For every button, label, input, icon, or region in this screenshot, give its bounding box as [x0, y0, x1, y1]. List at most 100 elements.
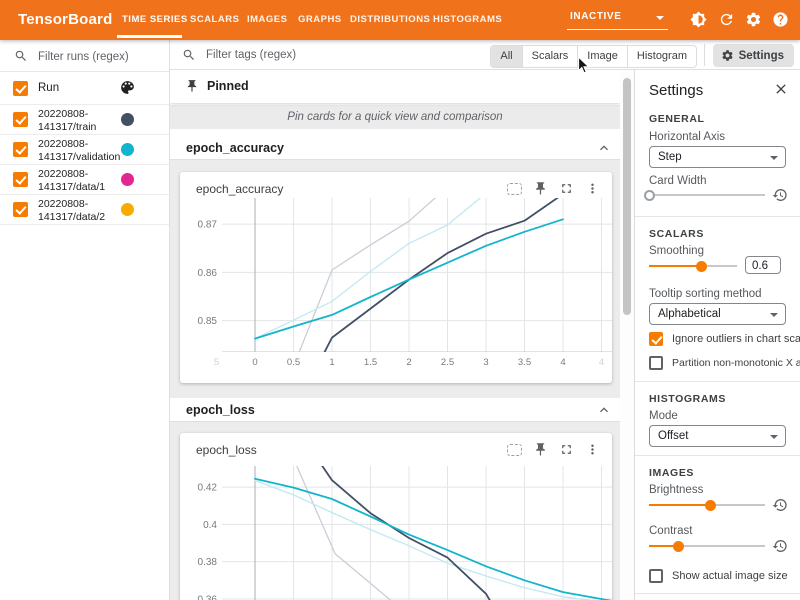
smoothing-value-input[interactable]: 0.6 [745, 256, 781, 274]
runs-header-row[interactable]: Run [0, 72, 169, 105]
tab-scalars[interactable]: SCALARS [190, 0, 239, 40]
section-header-epoch-loss[interactable]: epoch_loss [170, 398, 620, 422]
runs-filter-input[interactable] [36, 46, 160, 68]
filter-histogram-button[interactable]: Histogram [628, 46, 696, 67]
tab-histograms[interactable]: HISTOGRAMS [433, 0, 502, 40]
loss-card-zone: epoch_loss 0.360.380.40.42 [170, 422, 620, 600]
svg-text:0.87: 0.87 [198, 220, 218, 231]
restore-icon[interactable] [772, 538, 788, 554]
run-row-train[interactable]: 20220808-141317/train [0, 105, 169, 135]
smoothing-label: Smoothing [649, 245, 704, 257]
svg-text:4: 4 [599, 357, 604, 368]
run-row-data2[interactable]: 20220808-141317/data/2 [0, 195, 169, 225]
tab-time-series[interactable]: TIME SERIES [122, 0, 188, 40]
divider [635, 216, 800, 217]
run-checkbox-data2[interactable] [13, 202, 28, 217]
accuracy-card-zone: epoch_accuracy 0.850.860.87500.511.522.5… [170, 160, 620, 398]
partition-x-axis-checkbox[interactable] [649, 356, 663, 370]
brightness-label: Brightness [649, 484, 703, 496]
restore-icon[interactable] [772, 187, 788, 203]
show-actual-size-checkbox[interactable] [649, 569, 663, 583]
tab-graphs[interactable]: GRAPHS [298, 0, 342, 40]
pin-icon [185, 79, 199, 93]
filter-all-button[interactable]: All [491, 46, 522, 67]
card-title: epoch_accuracy [196, 182, 283, 196]
chevron-up-icon[interactable] [596, 402, 612, 418]
palette-icon[interactable] [119, 79, 136, 96]
chevron-up-icon[interactable] [596, 140, 612, 156]
tab-distributions[interactable]: DISTRIBUTIONS [350, 0, 430, 40]
divider [635, 593, 800, 594]
card-actions [507, 181, 600, 196]
reload-status-select[interactable]: INACTIVE [567, 8, 668, 30]
svg-text:5: 5 [214, 357, 219, 368]
run-checkbox-data1[interactable] [13, 172, 28, 187]
divider [635, 455, 800, 456]
run-row-validation[interactable]: 20220808-141317/validation [0, 135, 169, 165]
runs-header-label: Run [38, 82, 122, 95]
card-width-slider[interactable] [649, 189, 765, 201]
tag-type-filter-group: All Scalars Image Histogram [490, 45, 697, 68]
help-icon[interactable] [772, 11, 789, 28]
gear-icon[interactable] [745, 11, 762, 28]
run-row-data1[interactable]: 20220808-141317/data/1 [0, 165, 169, 195]
epoch-accuracy-card: epoch_accuracy 0.850.860.87500.511.522.5… [180, 172, 612, 383]
brightness-slider[interactable] [649, 499, 765, 511]
ignore-outliers-checkbox[interactable] [649, 332, 663, 346]
run-checkbox-train[interactable] [13, 112, 28, 127]
kebab-icon[interactable] [585, 181, 600, 196]
kebab-icon[interactable] [585, 442, 600, 457]
histograms-section-header: HISTOGRAMS [649, 393, 726, 405]
svg-text:0.86: 0.86 [198, 268, 218, 279]
fullscreen-icon[interactable] [559, 181, 574, 196]
run-color-dot [121, 143, 134, 156]
svg-text:0: 0 [252, 357, 257, 368]
svg-text:1.5: 1.5 [364, 357, 377, 368]
pinned-section-header: Pinned [170, 70, 620, 103]
partition-x-axis-row[interactable]: Partition non-monotonic X axis ? [649, 356, 800, 370]
horizontal-axis-select[interactable]: Step [649, 146, 786, 168]
fullscreen-icon[interactable] [559, 442, 574, 457]
gear-icon [721, 49, 734, 62]
horizontal-axis-label: Horizontal Axis [649, 131, 725, 143]
caret-down-icon [770, 156, 778, 160]
smoothing-slider[interactable] [649, 260, 737, 272]
run-checkbox-validation[interactable] [13, 142, 28, 157]
tab-images[interactable]: IMAGES [247, 0, 287, 40]
tooltip-sorting-select[interactable]: Alphabetical [649, 303, 786, 325]
ignore-outliers-row[interactable]: Ignore outliers in chart scaling [649, 332, 800, 346]
settings-button[interactable]: Settings [713, 44, 794, 67]
runs-sidebar: Run 20220808-141317/train 20220808-14131… [0, 40, 170, 600]
filter-scalars-button[interactable]: Scalars [523, 46, 579, 67]
close-icon[interactable] [773, 81, 789, 97]
epoch-loss-chart[interactable]: 0.360.380.40.42 [180, 433, 612, 600]
histogram-mode-select[interactable]: Offset [649, 425, 786, 447]
refresh-icon[interactable] [718, 11, 735, 28]
pin-icon[interactable] [533, 442, 548, 457]
svg-text:3.5: 3.5 [518, 357, 531, 368]
general-section-header: GENERAL [649, 113, 705, 125]
scrollbar-thumb[interactable] [623, 78, 631, 315]
caret-down-icon [770, 435, 778, 439]
svg-text:3: 3 [483, 357, 488, 368]
epoch-accuracy-chart[interactable]: 0.850.860.87500.511.522.533.544 [180, 172, 612, 383]
restore-icon[interactable] [772, 497, 788, 513]
dashed-box-icon[interactable] [507, 183, 522, 195]
dashed-box-icon[interactable] [507, 444, 522, 456]
contrast-slider[interactable] [649, 540, 765, 552]
tags-toolbar: All Scalars Image Histogram Settings [170, 40, 800, 70]
svg-text:0.4: 0.4 [203, 520, 217, 531]
cards-scroll-area: Pinned Pin cards for a quick view and co… [170, 70, 620, 600]
show-actual-size-row[interactable]: Show actual image size [649, 569, 788, 583]
main-scrollbar [620, 70, 634, 600]
run-select-all-checkbox[interactable] [13, 81, 28, 96]
brightness-icon[interactable] [690, 11, 707, 28]
tags-filter-input[interactable] [204, 44, 448, 66]
run-color-dot [121, 113, 134, 126]
run-color-dot [121, 173, 134, 186]
caret-down-icon [656, 16, 664, 20]
filter-image-button[interactable]: Image [578, 46, 628, 67]
pin-icon[interactable] [533, 181, 548, 196]
section-header-epoch-accuracy[interactable]: epoch_accuracy [170, 136, 620, 160]
svg-text:0.36: 0.36 [198, 594, 218, 600]
